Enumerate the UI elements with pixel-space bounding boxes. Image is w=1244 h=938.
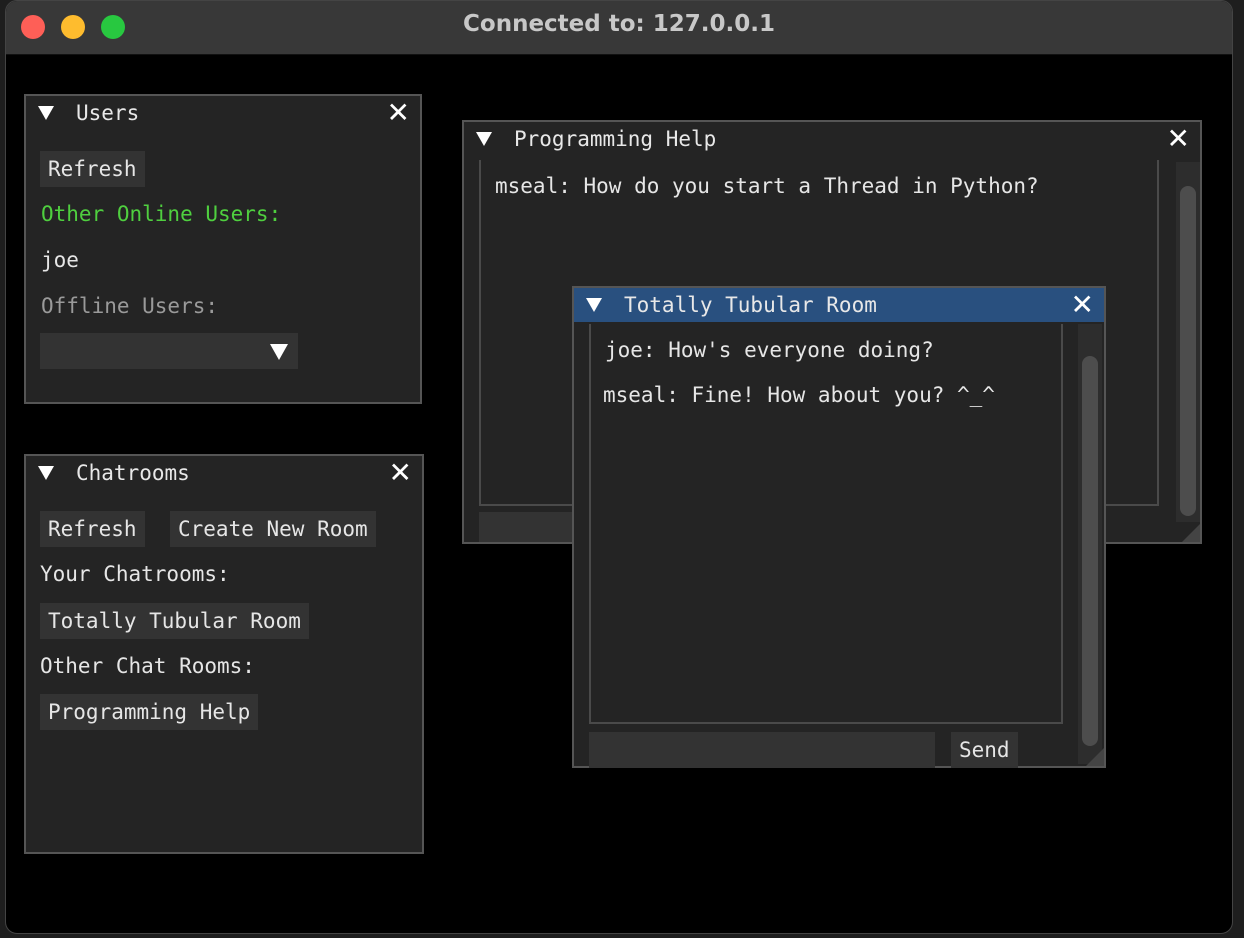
your-chatrooms-heading: Your Chatrooms:: [40, 562, 230, 586]
collapse-triangle-icon[interactable]: [586, 298, 602, 312]
collapse-triangle-icon[interactable]: [38, 106, 54, 120]
close-icon[interactable]: ✕: [389, 456, 412, 490]
message-log[interactable]: joe: How's everyone doing? mseal: Fine! …: [589, 324, 1063, 724]
room-button-totally-tubular[interactable]: Totally Tubular Room: [40, 603, 309, 639]
chevron-down-icon[interactable]: [270, 344, 288, 360]
close-icon[interactable]: ✕: [1167, 122, 1190, 156]
chatrooms-panel-header[interactable]: Chatrooms ✕: [26, 456, 422, 490]
users-panel-header[interactable]: Users ✕: [26, 96, 420, 130]
message-line: mseal: How do you start a Thread in Pyth…: [495, 174, 1039, 198]
tubular-room-title: Totally Tubular Room: [624, 293, 877, 317]
title-bar: Connected to: 127.0.0.1: [6, 1, 1232, 55]
offline-users-dropdown[interactable]: [40, 333, 298, 369]
message-input[interactable]: [589, 732, 935, 768]
online-user-item[interactable]: joe: [41, 248, 79, 272]
chatrooms-refresh-button[interactable]: Refresh: [40, 511, 145, 547]
programming-help-header[interactable]: Programming Help ✕: [464, 122, 1200, 156]
online-users-heading: Other Online Users:: [41, 202, 282, 226]
message-line: mseal: Fine! How about you? ^_^: [603, 383, 995, 407]
scrollbar[interactable]: [1078, 324, 1102, 764]
chatrooms-panel-title: Chatrooms: [76, 461, 190, 485]
users-refresh-button[interactable]: Refresh: [40, 151, 145, 187]
scrollbar[interactable]: [1176, 162, 1200, 522]
other-chatrooms-heading: Other Chat Rooms:: [40, 654, 255, 678]
collapse-triangle-icon[interactable]: [476, 132, 492, 146]
window-title: Connected to: 127.0.0.1: [463, 11, 775, 37]
send-button[interactable]: Send: [951, 732, 1018, 768]
resize-grip-icon[interactable]: [1182, 524, 1200, 542]
resize-grip-icon[interactable]: [1086, 748, 1104, 766]
collapse-triangle-icon[interactable]: [38, 466, 54, 480]
offline-users-heading: Offline Users:: [41, 294, 219, 318]
create-new-room-button[interactable]: Create New Room: [170, 511, 376, 547]
chatrooms-panel: Chatrooms ✕ Refresh Create New Room Your…: [24, 454, 424, 854]
programming-help-title: Programming Help: [514, 127, 717, 151]
close-icon[interactable]: ✕: [387, 96, 410, 130]
tubular-room-window: Totally Tubular Room ✕ joe: How's everyo…: [572, 286, 1106, 768]
users-panel-title: Users: [76, 101, 140, 125]
close-icon[interactable]: ✕: [1071, 288, 1094, 322]
users-panel: Users ✕ Refresh Other Online Users: joe …: [24, 94, 422, 404]
tubular-room-header[interactable]: Totally Tubular Room ✕: [574, 288, 1104, 322]
scrollbar-thumb[interactable]: [1082, 356, 1098, 746]
scrollbar-thumb[interactable]: [1180, 186, 1196, 516]
room-button-programming-help[interactable]: Programming Help: [40, 694, 259, 730]
message-line: joe: How's everyone doing?: [605, 338, 934, 362]
